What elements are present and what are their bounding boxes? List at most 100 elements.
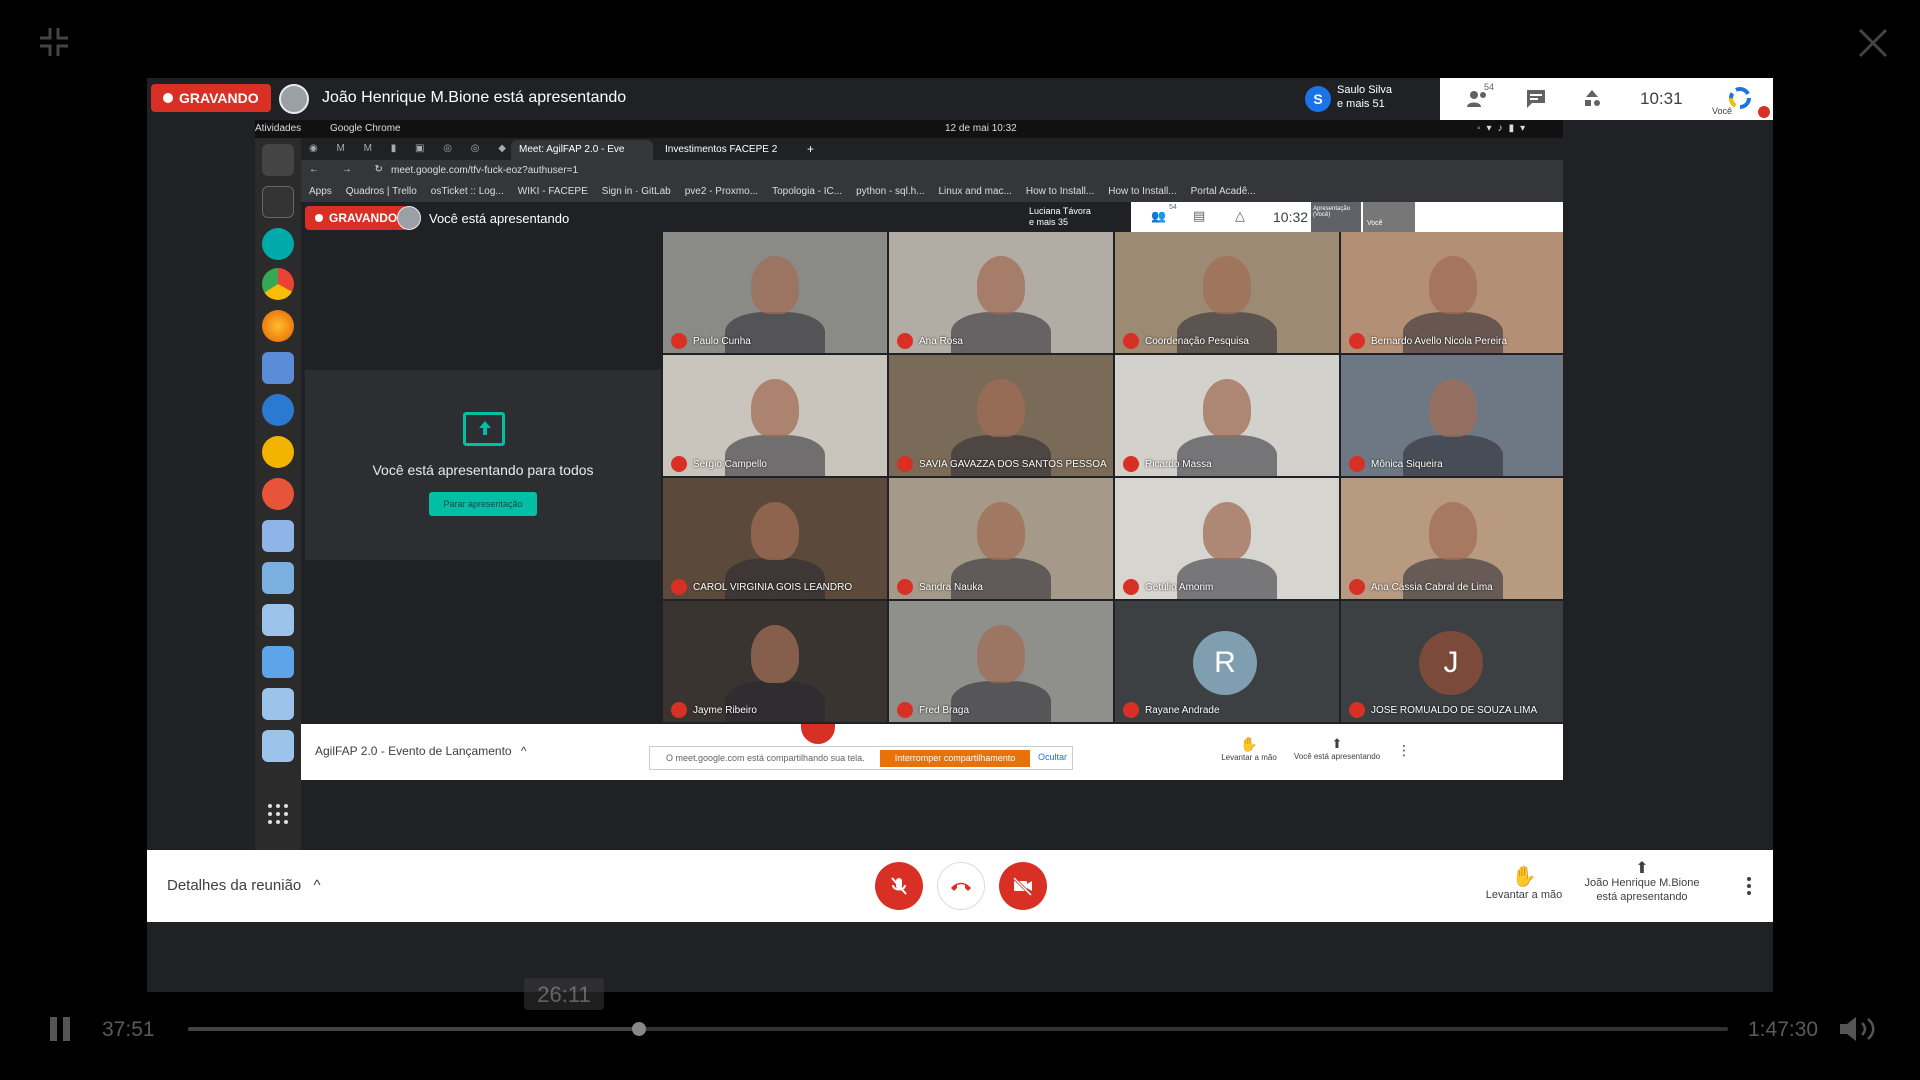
new-tab-icon[interactable]: +	[807, 142, 814, 156]
windows10-icon[interactable]	[262, 646, 294, 678]
chrome-icon[interactable]	[262, 268, 294, 300]
firefox-icon[interactable]	[262, 310, 294, 342]
participant-tile[interactable]: SAVIA GAVAZZA DOS SANTOS PESSOA	[889, 355, 1113, 476]
participant-video	[1429, 502, 1477, 560]
dock-app-icon[interactable]	[262, 730, 294, 762]
rhythmbox-icon[interactable]	[262, 436, 294, 468]
people-avatar: S	[1305, 86, 1331, 112]
participant-tile[interactable]: Mônica Siqueira	[1341, 355, 1563, 476]
more-options-icon[interactable]	[1745, 876, 1753, 896]
participant-tile[interactable]: Getúlio Amorim	[1115, 478, 1339, 599]
bookmark-item[interactable]: Apps	[309, 186, 332, 197]
self-muted-icon	[1758, 106, 1770, 118]
bookmark-item[interactable]: Sign in · GitLab	[602, 186, 671, 197]
dock-app-icon[interactable]	[262, 228, 294, 260]
presenting-line1: João Henrique M.Bione	[1584, 877, 1700, 889]
bookmark-item[interactable]: WIKI - FACEPE	[518, 186, 588, 197]
volume-icon[interactable]	[1838, 1014, 1882, 1044]
inner-raise-hand-button[interactable]: ✋ Levantar a mão	[1217, 736, 1281, 762]
more-options-icon[interactable]: ⋮	[1397, 742, 1411, 759]
system-clock[interactable]: 12 de mai 10:32	[945, 123, 1017, 134]
self-view-tile[interactable]: Você	[1710, 80, 1770, 120]
pause-icon[interactable]	[48, 1016, 72, 1042]
inner-present-button[interactable]: ⬆ Você está apresentando	[1287, 736, 1387, 761]
participant-name: Rayane Andrade	[1145, 705, 1220, 716]
bookmark-item[interactable]: How to Install...	[1108, 186, 1176, 197]
dock-app-icon[interactable]	[262, 144, 294, 176]
participant-tile[interactable]: Sergio Campello	[663, 355, 887, 476]
outer-top-bar: GRAVANDO João Henrique M.Bione está apre…	[147, 78, 1773, 120]
participant-tile[interactable]: Coordenação Pesquisa	[1115, 232, 1339, 353]
participant-tile[interactable]: CAROL VIRGINIA GOIS LEANDRO	[663, 478, 887, 599]
dock-app-icon[interactable]	[262, 562, 294, 594]
postman-icon[interactable]	[262, 478, 294, 510]
activities-icon[interactable]	[1580, 87, 1604, 111]
virtualbox-icon[interactable]	[262, 352, 294, 384]
participant-tile[interactable]: Fred Braga	[889, 601, 1113, 722]
app-grid-icon[interactable]	[267, 803, 289, 825]
bookmark-item[interactable]: Topologia - IC...	[772, 186, 842, 197]
tab-investimentos[interactable]: Investimentos FACEPE 2	[657, 140, 797, 160]
terminal-icon[interactable]	[262, 186, 294, 218]
participant-grid: Paulo Cunha Ana Rosa Coordenação Pesquisa B…	[663, 232, 1563, 724]
participant-tile[interactable]: Bernardo Avello Nicola Pereira	[1341, 232, 1563, 353]
dock-app-icon[interactable]	[262, 520, 294, 552]
bookmark-item[interactable]: python - sql.h...	[856, 186, 924, 197]
close-icon[interactable]	[1856, 26, 1890, 60]
dock-app-icon[interactable]	[262, 604, 294, 636]
mic-off-icon	[1123, 333, 1139, 349]
stop-presenting-button[interactable]: Parar apresentação	[429, 492, 537, 516]
pinned-tabs-icon[interactable]: ◉ M M ▮ ▣ ◎ ◎ ◆ ✕	[309, 143, 541, 154]
meeting-clock: 10:31	[1640, 89, 1683, 108]
app-menu[interactable]: Google Chrome	[330, 123, 401, 134]
participant-tile[interactable]: Sandra Nauka	[889, 478, 1113, 599]
seek-knob[interactable]	[632, 1022, 647, 1036]
participant-video	[977, 625, 1025, 683]
nav-buttons-icon[interactable]: ← → ↻	[309, 164, 393, 175]
raise-hand-button[interactable]: ✋ Levantar a mão	[1479, 864, 1569, 901]
people-summary[interactable]: S Saulo Silva e mais 51	[1297, 78, 1423, 120]
people-icon[interactable]: 👥	[1151, 209, 1166, 223]
system-tray-icon[interactable]: ◦▾♪▮▾	[1477, 123, 1531, 134]
camera-off-button[interactable]	[999, 862, 1047, 910]
meeting-details-button[interactable]: Detalhes da reunião ^	[167, 877, 320, 894]
bookmark-item[interactable]: How to Install...	[1026, 186, 1094, 197]
participant-tile[interactable]: Ana Cássia Cabral de Lima	[1341, 478, 1563, 599]
stop-sharing-button[interactable]: Interromper compartilhamento	[880, 750, 1030, 767]
participant-tile[interactable]: Ana Rosa	[889, 232, 1113, 353]
tab-meet[interactable]: Meet: AgilFAP 2.0 - Eve	[511, 140, 653, 160]
bookmark-item[interactable]: Linux and mac...	[939, 186, 1012, 197]
participant-tile[interactable]: J JOSE ROMUALDO DE SOUZA LIMA	[1341, 601, 1563, 722]
inner-presenter-status: Você está apresentando	[429, 211, 570, 226]
thunderbird-icon[interactable]	[262, 394, 294, 426]
bookmark-item[interactable]: pve2 - Proxmo...	[685, 186, 758, 197]
address-bar[interactable]: meet.google.com/tfv-fuck-eoz?authuser=1	[383, 162, 1383, 180]
mic-off-button[interactable]	[875, 862, 923, 910]
bookmark-item[interactable]: osTicket :: Log...	[431, 186, 504, 197]
participant-tile[interactable]: Paulo Cunha	[663, 232, 887, 353]
activities-icon[interactable]: △	[1235, 208, 1245, 224]
dock-app-icon[interactable]	[262, 688, 294, 720]
gnome-top-bar: Atividades Google Chrome 12 de mai 10:32…	[255, 120, 1563, 138]
presenter-status: João Henrique M.Bione está apresentando	[322, 89, 627, 106]
mic-off-icon	[1123, 702, 1139, 718]
participant-tile[interactable]: R Rayane Andrade	[1115, 601, 1339, 722]
inner-people-summary[interactable]: Luciana Távora e mais 35	[1029, 206, 1091, 228]
exit-fullscreen-icon[interactable]	[36, 24, 72, 60]
present-now-button[interactable]: ⬆ João Henrique M.Bione está apresentand…	[1577, 861, 1707, 904]
hang-up-button[interactable]	[937, 862, 985, 910]
inner-mic-button[interactable]	[801, 724, 835, 744]
bookmark-item[interactable]: Portal Acadê...	[1191, 186, 1256, 197]
inner-meeting-title[interactable]: AgilFAP 2.0 - Evento de Lançamento ^	[315, 744, 527, 758]
inner-self-tile[interactable]: Você	[1363, 202, 1415, 232]
chat-icon[interactable]: ▤	[1193, 208, 1205, 224]
bookmark-item[interactable]: Quadros | Trello	[346, 186, 417, 197]
activities-menu[interactable]: Atividades	[255, 123, 301, 134]
hide-banner-button[interactable]: Ocultar	[1038, 752, 1067, 762]
seek-bar[interactable]	[188, 1022, 1728, 1036]
participant-tile[interactable]: Ricardo Massa	[1115, 355, 1339, 476]
presentation-tile[interactable]: Apresentação (Você)	[1311, 202, 1361, 232]
mic-off-icon	[897, 579, 913, 595]
participant-tile[interactable]: Jayme Ribeiro	[663, 601, 887, 722]
chat-icon[interactable]	[1524, 87, 1548, 111]
